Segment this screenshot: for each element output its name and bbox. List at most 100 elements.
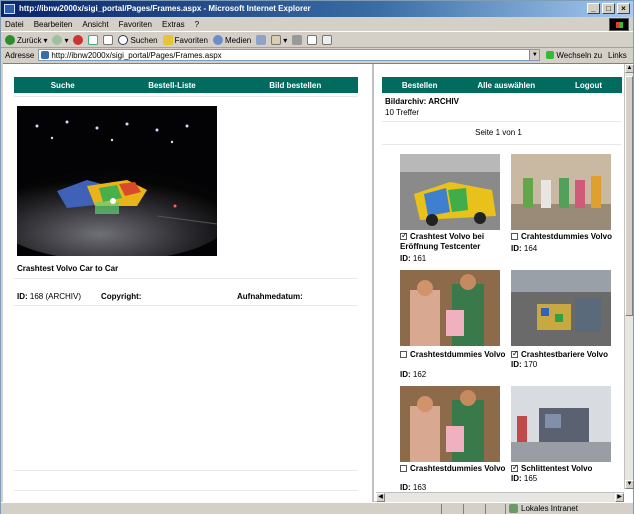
menu-help[interactable]: ? bbox=[195, 20, 199, 29]
menu-datei[interactable]: Datei bbox=[5, 20, 24, 29]
stop-icon bbox=[73, 35, 84, 45]
main-photo bbox=[17, 106, 217, 256]
favorites-button[interactable]: Favoriten bbox=[162, 35, 208, 45]
windows-logo-icon bbox=[609, 18, 629, 31]
select-checkbox-163[interactable] bbox=[400, 465, 407, 472]
scroll-right-icon[interactable]: ▶ bbox=[615, 493, 624, 502]
thumbnail-164[interactable] bbox=[511, 154, 611, 230]
thumb-label-164: Crahtestdummies Volvo bbox=[511, 232, 623, 242]
crash-photo-image bbox=[17, 106, 217, 256]
thumbnail-161[interactable] bbox=[400, 154, 500, 230]
archive-label: Bildarchiv: ARCHIV bbox=[385, 97, 459, 106]
nav-bestell-liste[interactable]: Bestell-Liste bbox=[148, 81, 196, 90]
thumb-label-162: Crashtestdummies Volvo bbox=[400, 350, 512, 360]
address-input[interactable]: http://ibnw2000x/sigi_portal/Pages/Frame… bbox=[38, 49, 541, 61]
address-dropdown-icon[interactable]: ▼ bbox=[529, 50, 540, 60]
select-checkbox-170[interactable] bbox=[511, 349, 519, 359]
thumbnail-170[interactable] bbox=[511, 270, 611, 346]
print-button[interactable] bbox=[292, 35, 303, 45]
print-icon bbox=[292, 35, 303, 45]
scroll-down-icon[interactable]: ▼ bbox=[625, 480, 634, 489]
menu-ansicht[interactable]: Ansicht bbox=[82, 20, 108, 29]
status-divider bbox=[505, 504, 506, 514]
scroll-left-icon[interactable]: ◀ bbox=[376, 493, 385, 502]
back-arrow-icon bbox=[5, 35, 15, 45]
nav-suche[interactable]: Suche bbox=[51, 81, 75, 90]
nav-alle-auswaehlen[interactable]: Alle auswählen bbox=[477, 81, 535, 90]
thumbnail-165[interactable] bbox=[511, 386, 611, 462]
refresh-icon bbox=[88, 35, 99, 45]
select-checkbox-164[interactable] bbox=[511, 233, 518, 240]
select-checkbox-162[interactable] bbox=[400, 351, 407, 358]
meta-copyright: Copyright: bbox=[101, 292, 142, 301]
refresh-button[interactable] bbox=[88, 35, 99, 45]
thumbnail-162[interactable] bbox=[400, 270, 500, 346]
address-label: Adresse bbox=[5, 50, 35, 60]
ie-icon bbox=[4, 4, 15, 14]
menu-bar: Datei Bearbeiten Ansicht Favoriten Extra… bbox=[1, 17, 633, 32]
page-content: Suche Bestell-Liste Bild bestellen Crash… bbox=[3, 63, 634, 502]
search-button[interactable]: Suchen bbox=[118, 35, 158, 45]
thumb-label-165: Schlittentest Volvo bbox=[511, 463, 623, 474]
menu-extras[interactable]: Extras bbox=[162, 20, 185, 29]
divider bbox=[14, 96, 358, 97]
nav-bild-bestellen[interactable]: Bild bestellen bbox=[269, 81, 321, 90]
select-checkbox-165[interactable] bbox=[511, 463, 519, 473]
right-nav-bar: Bestellen Alle auswählen Logout bbox=[382, 77, 622, 93]
media-button[interactable]: Medien bbox=[212, 35, 251, 45]
intranet-icon bbox=[509, 504, 518, 513]
thumb-id-162: ID: 162 bbox=[400, 370, 427, 379]
back-button[interactable]: Zurück ▾ bbox=[5, 35, 47, 45]
mail-icon bbox=[271, 35, 282, 45]
home-button[interactable] bbox=[103, 35, 114, 45]
edit-button[interactable] bbox=[307, 35, 318, 45]
divider bbox=[382, 144, 622, 145]
forward-button[interactable]: ▾ bbox=[52, 35, 68, 45]
go-button[interactable]: Wechseln zu bbox=[546, 51, 602, 60]
meta-id: ID: 168 (ARCHIV) bbox=[17, 292, 82, 301]
nav-bestellen[interactable]: Bestellen bbox=[402, 81, 438, 90]
left-nav-bar: Suche Bestell-Liste Bild bestellen bbox=[14, 77, 358, 93]
mail-button[interactable]: ▾ bbox=[271, 35, 287, 45]
thumbnail-image bbox=[400, 270, 500, 346]
select-checkbox-161[interactable] bbox=[400, 231, 408, 241]
edit-icon bbox=[307, 35, 318, 45]
discuss-icon bbox=[322, 35, 333, 45]
divider bbox=[14, 490, 358, 491]
history-button[interactable] bbox=[256, 35, 267, 45]
close-button[interactable]: × bbox=[617, 3, 630, 14]
status-divider bbox=[441, 504, 442, 514]
discuss-button[interactable] bbox=[322, 35, 333, 45]
browser-window: http://ibnw2000x/sigi_portal/Pages/Frame… bbox=[0, 0, 634, 514]
scrollbar-thumb[interactable] bbox=[625, 76, 633, 316]
left-frame: Suche Bestell-Liste Bild bestellen Crash… bbox=[3, 64, 374, 502]
scroll-up-icon[interactable]: ▲ bbox=[625, 64, 634, 73]
right-frame-vertical-scrollbar[interactable]: ▲ ▼ bbox=[624, 64, 634, 489]
address-url: http://ibnw2000x/sigi_portal/Pages/Frame… bbox=[51, 50, 222, 60]
stop-button[interactable] bbox=[73, 35, 84, 45]
thumbnail-image bbox=[400, 154, 500, 230]
status-divider bbox=[485, 504, 486, 514]
menu-bearbeiten[interactable]: Bearbeiten bbox=[34, 20, 73, 29]
divider bbox=[14, 278, 358, 279]
minimize-button[interactable]: _ bbox=[587, 3, 600, 14]
go-arrow-icon bbox=[546, 51, 555, 59]
thumbnail-image bbox=[511, 154, 611, 230]
links-button[interactable]: Links bbox=[608, 51, 627, 60]
forward-arrow-icon bbox=[52, 35, 63, 45]
maximize-button[interactable]: □ bbox=[602, 3, 615, 14]
status-bar: Lokales Intranet bbox=[1, 502, 633, 514]
thumb-id-164: ID: 164 bbox=[511, 244, 538, 253]
thumb-label-163: Crashtestdummies Volvo bbox=[400, 464, 512, 474]
search-icon bbox=[118, 35, 129, 45]
nav-logout[interactable]: Logout bbox=[575, 81, 602, 90]
thumbnail-163[interactable] bbox=[400, 386, 500, 462]
page-indicator: Seite 1 von 1 bbox=[475, 128, 522, 137]
menu-favoriten[interactable]: Favoriten bbox=[119, 20, 152, 29]
thumb-id-163: ID: 163 bbox=[400, 483, 427, 492]
address-bar: Adresse http://ibnw2000x/sigi_portal/Pag… bbox=[1, 48, 633, 62]
status-divider bbox=[463, 504, 464, 514]
thumbnail-image bbox=[400, 386, 500, 462]
right-frame-horizontal-scrollbar[interactable]: ◀ ▶ bbox=[376, 492, 624, 502]
hit-count: 10 Treffer bbox=[385, 108, 420, 117]
